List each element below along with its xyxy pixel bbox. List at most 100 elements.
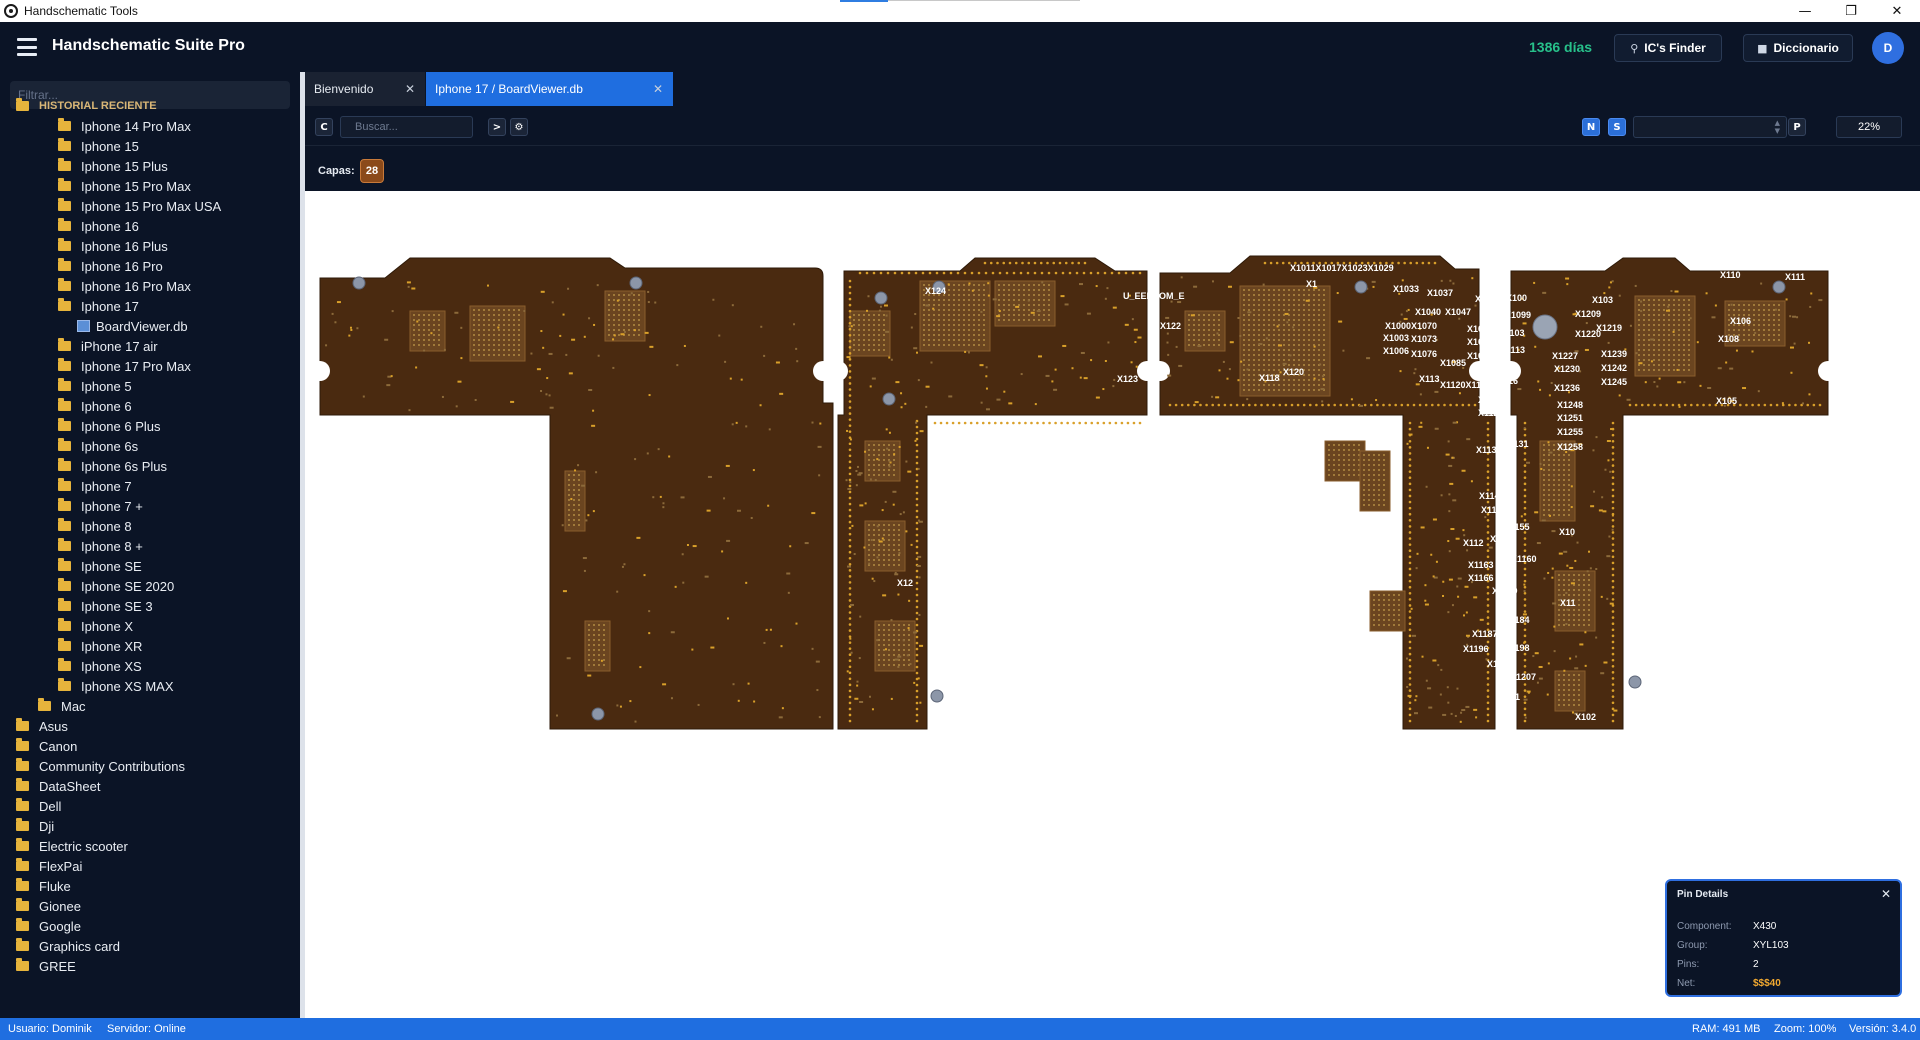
- recent-item[interactable]: Iphone 15 Plus: [58, 156, 168, 176]
- ball-pad: [573, 504, 575, 506]
- via-pad: [879, 271, 883, 275]
- value-spinbox[interactable]: ▲ ▼: [1633, 116, 1787, 138]
- ball-pad: [508, 314, 510, 316]
- restore-icon[interactable]: ❐: [1828, 0, 1874, 22]
- gear-icon[interactable]: ⚙: [510, 118, 528, 136]
- recent-item[interactable]: Iphone 6s: [58, 436, 138, 456]
- ball-pad: [1373, 624, 1375, 626]
- recent-item[interactable]: Iphone 14 Pro Max: [58, 116, 191, 136]
- root-folder[interactable]: Community Contributions: [16, 756, 185, 776]
- ball-pad: [478, 339, 480, 341]
- s-toggle-button[interactable]: S: [1608, 118, 1626, 136]
- smd-component: [1432, 659, 1437, 662]
- close-icon[interactable]: ✕: [1881, 887, 1891, 901]
- via-pad: [1433, 261, 1437, 265]
- recent-item[interactable]: iPhone 17 air: [58, 336, 158, 356]
- recent-item[interactable]: Iphone XS MAX: [58, 676, 174, 696]
- recent-item[interactable]: Iphone 17: [58, 296, 139, 316]
- via-pad: [1611, 585, 1615, 589]
- root-folder[interactable]: DataSheet: [16, 776, 100, 796]
- root-folder[interactable]: Gionee: [16, 896, 81, 916]
- recent-item[interactable]: Iphone 7 +: [58, 496, 143, 516]
- recent-item[interactable]: Iphone 8 +: [58, 536, 143, 556]
- p-button[interactable]: P: [1788, 118, 1806, 136]
- smd-component: [1372, 285, 1375, 288]
- recent-item[interactable]: Iphone 6: [58, 396, 132, 416]
- menu-icon[interactable]: [17, 38, 37, 56]
- smd-component: [548, 394, 551, 397]
- root-folder[interactable]: FlexPai: [16, 856, 82, 876]
- spinner-arrows-icon[interactable]: ▲ ▼: [1775, 119, 1780, 135]
- app-header: Handschematic Suite Pro 1386 días ⚲ IC's…: [0, 22, 1920, 72]
- recent-history-section[interactable]: HISTORIAL RECIENTE: [16, 96, 157, 116]
- via-pad: [915, 653, 919, 657]
- root-folder[interactable]: Google: [16, 916, 81, 936]
- ball-pad: [853, 339, 855, 341]
- ball-pad: [893, 654, 895, 656]
- ball-pad: [1548, 489, 1550, 491]
- root-folder[interactable]: Dji: [16, 816, 54, 836]
- recent-item[interactable]: Iphone 6 Plus: [58, 416, 161, 436]
- ic-finder-button[interactable]: ⚲ IC's Finder: [1614, 34, 1722, 62]
- c-button[interactable]: C: [315, 118, 333, 136]
- recent-item[interactable]: Iphone 16: [58, 216, 139, 236]
- root-folder[interactable]: Graphics card: [16, 936, 120, 956]
- smd-component: [574, 469, 577, 472]
- ball-pad: [1308, 324, 1310, 326]
- recent-item[interactable]: Iphone SE: [58, 556, 142, 576]
- recent-item[interactable]: Iphone XR: [58, 636, 142, 656]
- recent-item[interactable]: Iphone 15 Pro Max: [58, 176, 191, 196]
- root-folder[interactable]: Fluke: [16, 876, 71, 896]
- smd-component: [616, 590, 619, 593]
- root-folder[interactable]: Electric scooter: [16, 836, 128, 856]
- via-pad: [1467, 403, 1471, 407]
- ball-pad: [433, 314, 435, 316]
- dictionary-button[interactable]: ■ Diccionario: [1743, 34, 1853, 62]
- layers-count-badge[interactable]: 28: [360, 159, 384, 183]
- recent-item[interactable]: Iphone 15: [58, 136, 139, 156]
- smd-component: [859, 700, 864, 703]
- folder-mac[interactable]: Mac: [38, 696, 86, 716]
- root-folder[interactable]: GREE: [16, 956, 76, 976]
- recent-item[interactable]: Iphone SE 2020: [58, 576, 174, 596]
- root-folder[interactable]: Dell: [16, 796, 61, 816]
- smd-component: [566, 657, 571, 660]
- recent-item[interactable]: Iphone 16 Pro: [58, 256, 163, 276]
- recent-item[interactable]: Iphone 8: [58, 516, 132, 536]
- avatar[interactable]: D: [1872, 32, 1904, 64]
- recent-item[interactable]: Iphone 15 Pro Max USA: [58, 196, 221, 216]
- ball-pad: [1553, 444, 1555, 446]
- open-board-file[interactable]: BoardViewer.db: [77, 316, 188, 336]
- recent-item[interactable]: Iphone X: [58, 616, 133, 636]
- ball-pad: [1578, 689, 1580, 691]
- tab-welcome[interactable]: Bienvenido ✕: [305, 72, 425, 106]
- smd-component: [894, 571, 897, 574]
- minimize-icon[interactable]: —: [1782, 0, 1828, 22]
- via-pad: [848, 647, 852, 650]
- tab-boardviewer[interactable]: Iphone 17 / BoardViewer.db ✕: [426, 72, 673, 106]
- close-icon[interactable]: ✕: [653, 82, 663, 96]
- recent-item[interactable]: Iphone 16 Pro Max: [58, 276, 191, 296]
- tree-item-label: Electric scooter: [39, 838, 128, 854]
- ball-pad: [1563, 619, 1565, 621]
- close-window-icon[interactable]: ✕: [1874, 0, 1920, 22]
- via-pad: [969, 421, 973, 425]
- component-search-input[interactable]: [340, 116, 473, 138]
- zoom-field[interactable]: 22%: [1836, 116, 1902, 138]
- recent-item[interactable]: Iphone XS: [58, 656, 142, 676]
- recent-item[interactable]: Iphone 16 Plus: [58, 236, 168, 256]
- root-folder[interactable]: Asus: [16, 716, 68, 736]
- ball-pad: [1673, 304, 1675, 306]
- recent-item[interactable]: Iphone 17 Pro Max: [58, 356, 191, 376]
- ball-pad: [1323, 384, 1325, 386]
- go-button[interactable]: >: [488, 118, 506, 136]
- close-icon[interactable]: ✕: [405, 82, 415, 96]
- recent-item[interactable]: Iphone SE 3: [58, 596, 153, 616]
- recent-item[interactable]: Iphone 7: [58, 476, 132, 496]
- root-folder[interactable]: Canon: [16, 736, 77, 756]
- n-toggle-button[interactable]: N: [1582, 118, 1600, 136]
- ball-pad: [1258, 324, 1260, 326]
- recent-item[interactable]: Iphone 6s Plus: [58, 456, 167, 476]
- ball-pad: [1383, 494, 1385, 496]
- recent-item[interactable]: Iphone 5: [58, 376, 132, 396]
